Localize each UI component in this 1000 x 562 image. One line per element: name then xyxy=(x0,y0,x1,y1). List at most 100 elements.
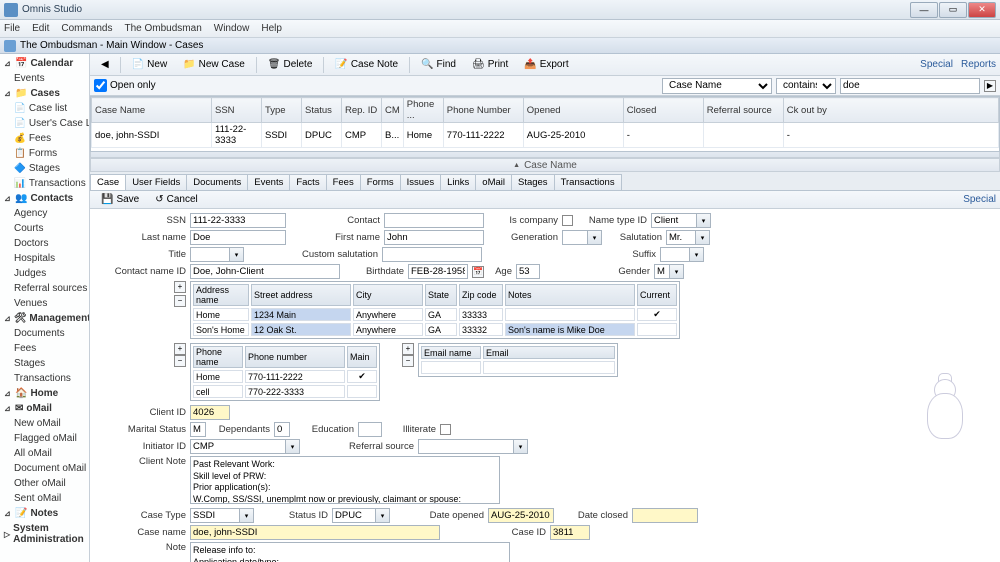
menu-file[interactable]: File xyxy=(4,23,20,34)
casetype-input[interactable] xyxy=(190,508,240,523)
client-note-textarea[interactable] xyxy=(190,456,500,504)
address-grid[interactable]: Address nameStreet addressCityStateZip c… xyxy=(190,281,680,339)
nav-hospitals[interactable]: Hospitals xyxy=(0,251,89,266)
birthdate-input[interactable] xyxy=(408,264,468,279)
name-type-caret[interactable]: ▾ xyxy=(697,213,711,228)
dependants-input[interactable] xyxy=(274,422,290,437)
illiterate-check[interactable] xyxy=(440,424,451,435)
cancel-button[interactable]: ↺Cancel xyxy=(148,191,205,208)
tab-events[interactable]: Events xyxy=(247,174,290,190)
initiator-input[interactable] xyxy=(190,439,286,454)
nav-case-list[interactable]: 📄Case list xyxy=(0,101,89,116)
run-filter-button[interactable]: ▶ xyxy=(984,80,996,92)
section-bar[interactable]: ▲Case Name xyxy=(90,158,1000,172)
contact-input[interactable] xyxy=(384,213,484,228)
generation-input[interactable] xyxy=(562,230,588,245)
filter-value-input[interactable] xyxy=(840,78,980,94)
nav-transactions[interactable]: 📊Transactions xyxy=(0,176,89,191)
custom-sal-input[interactable] xyxy=(382,247,482,262)
nav-home[interactable]: ⊿🏠Home xyxy=(0,386,89,401)
menu-commands[interactable]: Commands xyxy=(61,23,112,34)
nav-courts[interactable]: Courts xyxy=(0,221,89,236)
addr-add[interactable]: + xyxy=(174,281,186,293)
delete-button[interactable]: 🗑Delete xyxy=(261,56,320,73)
tab-issues[interactable]: Issues xyxy=(400,174,441,190)
phone-del[interactable]: − xyxy=(174,355,186,367)
minimize-button[interactable]: — xyxy=(910,2,938,18)
find-button[interactable]: 🔍Find xyxy=(414,56,463,73)
nav-forms[interactable]: 📋Forms xyxy=(0,146,89,161)
nav-judges[interactable]: Judges xyxy=(0,266,89,281)
new-case-button[interactable]: 📁New Case xyxy=(176,56,252,73)
nav-other-omail[interactable]: Other oMail xyxy=(0,476,89,491)
nav-agency[interactable]: Agency xyxy=(0,206,89,221)
tab-omail[interactable]: oMail xyxy=(475,174,512,190)
addr-del[interactable]: − xyxy=(174,295,186,307)
nav-document-omail[interactable]: Document oMail xyxy=(0,461,89,476)
nav-events[interactable]: Events xyxy=(0,71,89,86)
print-button[interactable]: 🖨Print xyxy=(465,56,515,73)
tab-facts[interactable]: Facts xyxy=(289,174,326,190)
gender-input[interactable] xyxy=(654,264,670,279)
menu-edit[interactable]: Edit xyxy=(32,23,49,34)
statusid-input[interactable] xyxy=(332,508,376,523)
close-button[interactable]: ✕ xyxy=(968,2,996,18)
nav-stages[interactable]: 🔷Stages xyxy=(0,161,89,176)
save-button[interactable]: 💾Save xyxy=(94,191,146,208)
nav-flagged-omail[interactable]: Flagged oMail xyxy=(0,431,89,446)
nav-omail[interactable]: ⊿✉oMail xyxy=(0,401,89,416)
nav-sysadmin[interactable]: ▷System Administration xyxy=(0,521,89,547)
date-closed-input[interactable] xyxy=(632,508,698,523)
contact-name-id-input[interactable] xyxy=(190,264,340,279)
email-del[interactable]: − xyxy=(402,355,414,367)
suffix-input[interactable] xyxy=(660,247,690,262)
nav-mstages[interactable]: Stages xyxy=(0,356,89,371)
ssn-input[interactable] xyxy=(190,213,286,228)
tab-documents[interactable]: Documents xyxy=(186,174,248,190)
phone-add[interactable]: + xyxy=(174,343,186,355)
tab-fees[interactable]: Fees xyxy=(326,174,361,190)
case-note-button[interactable]: 📝Case Note xyxy=(328,56,405,73)
nav-referral-sources[interactable]: Referral sources xyxy=(0,281,89,296)
nav-mfees[interactable]: Fees xyxy=(0,341,89,356)
grid-row[interactable]: doe, john-SSDI111-22-3333SSDIDPUCCMPB...… xyxy=(92,123,999,148)
filter-op-select[interactable]: contains xyxy=(776,78,836,94)
name-type-input[interactable] xyxy=(651,213,697,228)
tab-transactions[interactable]: Transactions xyxy=(554,174,622,190)
nav-notes[interactable]: ⊿📝Notes xyxy=(0,506,89,521)
education-input[interactable] xyxy=(358,422,382,437)
nav-management[interactable]: ⊿🛠Management xyxy=(0,311,89,326)
menu-ombudsman[interactable]: The Ombudsman xyxy=(125,23,202,34)
phone-grid[interactable]: Phone namePhone numberMain Home770-111-2… xyxy=(190,343,380,401)
nav-contacts[interactable]: ⊿👥Contacts xyxy=(0,191,89,206)
salutation-input[interactable] xyxy=(666,230,696,245)
nav-venues[interactable]: Venues xyxy=(0,296,89,311)
tab-user-fields[interactable]: User Fields xyxy=(125,174,187,190)
tab-forms[interactable]: Forms xyxy=(360,174,401,190)
new-button[interactable]: 📄New xyxy=(125,56,174,73)
nav-users-case-list[interactable]: 📄User's Case List xyxy=(0,116,89,131)
back-button[interactable]: ◀ xyxy=(94,56,116,73)
nav-documents[interactable]: Documents xyxy=(0,326,89,341)
calendar-icon[interactable]: 📅 xyxy=(472,266,484,278)
tab-case[interactable]: Case xyxy=(90,174,126,190)
is-company-check[interactable] xyxy=(562,215,573,226)
nav-sent-omail[interactable]: Sent oMail xyxy=(0,491,89,506)
tab-stages[interactable]: Stages xyxy=(511,174,555,190)
nav-calendar[interactable]: ⊿📅Calendar xyxy=(0,56,89,71)
results-grid[interactable]: Case NameSSNTypeStatusRep. IDCMPhone ...… xyxy=(90,96,1000,152)
tab-links[interactable]: Links xyxy=(440,174,476,190)
link-special[interactable]: Special xyxy=(920,59,953,70)
filter-field-select[interactable]: Case Name xyxy=(662,78,772,94)
nav-doctors[interactable]: Doctors xyxy=(0,236,89,251)
email-add[interactable]: + xyxy=(402,343,414,355)
export-button[interactable]: 📤Export xyxy=(517,56,575,73)
email-grid[interactable]: Email nameEmail xyxy=(418,343,618,377)
lastname-input[interactable] xyxy=(190,230,286,245)
marital-input[interactable] xyxy=(190,422,206,437)
link-special2[interactable]: Special xyxy=(963,194,996,205)
note-textarea[interactable] xyxy=(190,542,510,562)
refsrc-input[interactable] xyxy=(418,439,514,454)
nav-fees[interactable]: 💰Fees xyxy=(0,131,89,146)
link-reports[interactable]: Reports xyxy=(961,59,996,70)
